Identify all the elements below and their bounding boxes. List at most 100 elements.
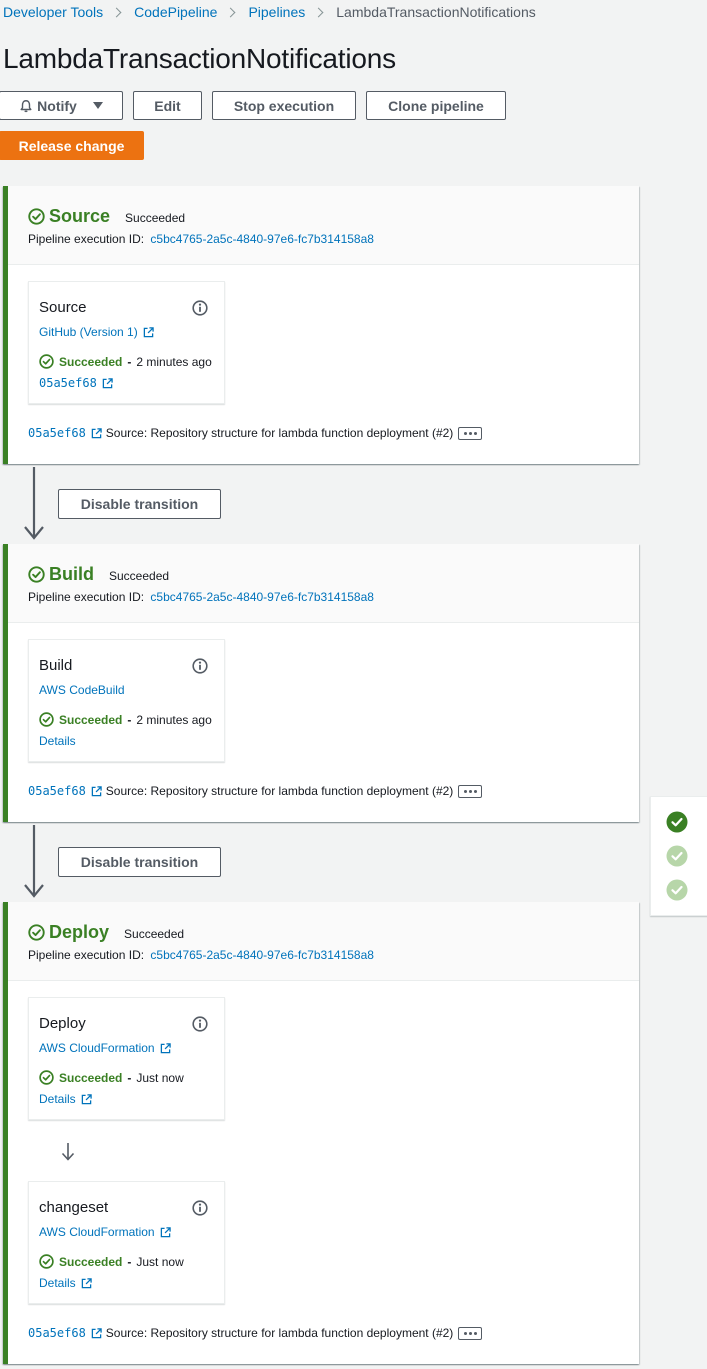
info-icon[interactable] [192,1200,208,1216]
execution-id-row: Pipeline execution ID: c5bc4765-2a5c-484… [28,948,374,962]
commit-id-link[interactable]: 05a5ef68 [28,426,86,440]
commit-id-link[interactable]: 05a5ef68 [28,784,86,798]
stage-deploy: Deploy Succeeded Pipeline execution ID: … [3,902,639,1364]
breadcrumb-separator-icon [111,7,122,17]
stage-status: Succeeded [125,211,186,225]
action-card-source: Source GitHub (Version 1) Succeeded - 2 … [28,281,225,404]
bell-icon [20,99,32,112]
action-details-link[interactable]: Details [39,734,76,748]
check-circle-filled-icon[interactable] [666,811,688,833]
check-circle-icon [28,208,45,225]
action-card-build: Build AWS CodeBuild Succeeded - 2 minute… [28,639,225,762]
check-circle-icon [28,566,45,583]
commit-message: Source: Repository structure for lambda … [105,784,454,798]
notify-button[interactable]: Notify [0,91,123,120]
info-icon[interactable] [192,658,208,674]
more-options-button[interactable] [458,1326,483,1340]
arrow-down-icon [61,1143,75,1161]
external-link-icon[interactable] [91,1327,102,1339]
action-provider-label: AWS CodeBuild [39,683,125,697]
external-link-icon[interactable] [91,427,102,439]
execution-id-label: Pipeline execution ID: [28,590,145,604]
action-details-link[interactable]: Details [39,1276,92,1290]
breadcrumb-separator-icon [313,7,324,17]
check-circle-icon [39,354,54,369]
stage-build: Build Succeeded Pipeline execution ID: c… [3,544,639,822]
stage-header: Build Succeeded Pipeline execution ID: c… [8,544,639,623]
page-title: LambdaTransactionNotifications [3,43,396,74]
breadcrumb-codepipeline[interactable]: CodePipeline [134,4,217,20]
stage-status: Succeeded [124,927,185,941]
execution-id-link[interactable]: c5bc4765-2a5c-4840-97e6-fc7b314158a8 [150,232,374,246]
stage-title: Deploy [49,922,110,942]
commit-row: 05a5ef68 Source: Repository structure fo… [28,426,483,440]
disable-transition-button[interactable]: Disable transition [58,847,221,877]
breadcrumb-pipelines[interactable]: Pipelines [248,4,305,20]
action-provider-label: AWS CloudFormation [39,1225,155,1239]
external-link-icon [160,1042,171,1053]
action-status-time: Just now [136,1254,184,1269]
action-name: changeset [39,1199,109,1216]
release-change-button[interactable]: Release change [0,131,144,160]
action-name: Source [39,299,87,316]
check-circle-icon [39,1254,54,1269]
breadcrumb-separator-icon [225,7,236,17]
edit-button[interactable]: Edit [133,91,202,120]
commit-message: Source: Repository structure for lambda … [105,426,454,440]
action-name: Build [39,657,73,674]
more-options-button[interactable] [458,426,483,440]
stop-execution-button[interactable]: Stop execution [212,91,356,120]
action-provider-link[interactable]: GitHub (Version 1) [39,325,154,339]
check-circle-light-icon[interactable] [666,845,688,867]
execution-id-label: Pipeline execution ID: [28,948,145,962]
execution-id-row: Pipeline execution ID: c5bc4765-2a5c-484… [28,590,374,604]
check-circle-icon [39,712,54,727]
action-details-label: Details [39,734,76,748]
more-options-button[interactable] [458,784,483,798]
action-status-text: Succeeded [59,1070,123,1085]
breadcrumb-current: LambdaTransactionNotifications [336,4,536,20]
action-card-deploy: Deploy AWS CloudFormation Succeeded - Ju… [28,997,225,1120]
clone-pipeline-button[interactable]: Clone pipeline [366,91,506,120]
action-provider-link[interactable]: AWS CloudFormation [39,1225,171,1239]
action-details-link[interactable]: Details [39,1092,92,1106]
execution-id-label: Pipeline execution ID: [28,232,145,246]
info-icon[interactable] [192,1016,208,1032]
external-link-icon [81,1277,92,1288]
execution-id-row: Pipeline execution ID: c5bc4765-2a5c-484… [28,232,374,246]
execution-id-link[interactable]: c5bc4765-2a5c-4840-97e6-fc7b314158a8 [150,590,374,604]
commit-row: 05a5ef68 Source: Repository structure fo… [28,1326,483,1340]
info-icon[interactable] [192,300,208,316]
stage-title: Build [49,564,94,584]
check-circle-icon [28,924,45,941]
action-provider-link[interactable]: AWS CodeBuild [39,683,125,697]
execution-id-link[interactable]: c5bc4765-2a5c-4840-97e6-fc7b314158a8 [150,948,374,962]
external-link-icon [102,377,113,388]
check-circle-light-icon[interactable] [666,879,688,901]
action-details-label: Details [39,1092,76,1106]
action-status: Succeeded - Just now [39,1070,184,1085]
check-circle-icon [39,1070,54,1085]
commit-message: Source: Repository structure for lambda … [105,1326,454,1340]
breadcrumb-developer-tools[interactable]: Developer Tools [3,4,103,20]
action-provider-link[interactable]: AWS CloudFormation [39,1041,171,1055]
caret-down-icon [92,102,103,109]
external-link-icon [81,1093,92,1104]
action-status-time: Just now [136,1070,184,1085]
transition-arrow-icon [24,467,44,540]
action-status-time: 2 minutes ago [136,712,212,727]
breadcrumb: Developer Tools CodePipeline Pipelines L… [3,2,536,22]
action-status-text: Succeeded [59,354,123,369]
external-link-icon [160,1226,171,1237]
action-status-time: 2 minutes ago [136,354,212,369]
stage-source: Source Succeeded Pipeline execution ID: … [3,186,639,464]
commit-id-link[interactable]: 05a5ef68 [28,1326,86,1340]
disable-transition-button[interactable]: Disable transition [58,489,221,519]
action-provider-label: AWS CloudFormation [39,1041,155,1055]
action-details-link[interactable]: 05a5ef68 [39,376,113,390]
stage-header: Deploy Succeeded Pipeline execution ID: … [8,902,639,981]
action-details-label: Details [39,1276,76,1290]
action-name: Deploy [39,1015,86,1032]
external-link-icon[interactable] [91,785,102,797]
stage-navigator-panel [650,796,707,916]
